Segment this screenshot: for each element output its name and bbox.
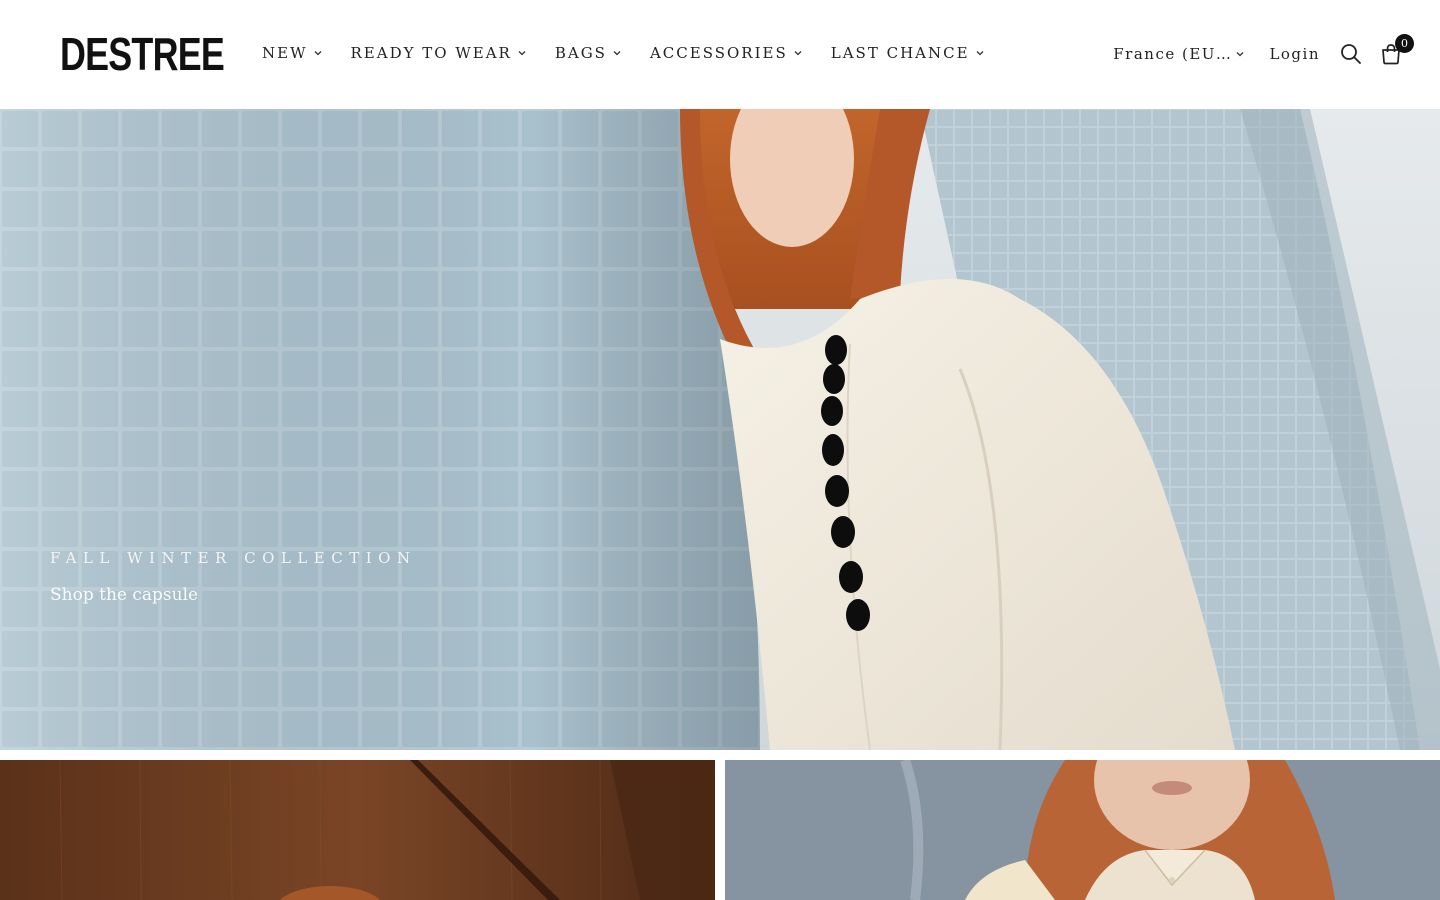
- nav-item-label: NEW: [262, 44, 308, 62]
- search-icon[interactable]: [1340, 43, 1362, 65]
- cart-count-badge: 0: [1395, 34, 1414, 53]
- chevron-down-icon: [313, 48, 323, 58]
- chevron-down-icon: [793, 48, 803, 58]
- hero-banner[interactable]: FALL WINTER COLLECTION Shop the capsule: [0, 109, 1440, 750]
- tile-image-right: [725, 760, 1440, 900]
- site-header: DESTREE NEW READY TO WEAR BAGS ACCESSORI…: [0, 0, 1440, 109]
- chevron-down-icon: [612, 48, 622, 58]
- brand-logo[interactable]: DESTREE: [60, 30, 225, 78]
- nav-item-bags[interactable]: BAGS: [555, 44, 622, 62]
- shop-capsule-link[interactable]: Shop the capsule: [50, 585, 198, 605]
- nav-item-label: ACCESSORIES: [649, 44, 788, 62]
- category-tile-left[interactable]: [0, 760, 715, 900]
- hero-eyebrow: FALL WINTER COLLECTION: [50, 549, 417, 567]
- nav-item-label: LAST CHANCE: [830, 44, 970, 62]
- tile-image-left: [0, 760, 715, 900]
- main-nav: NEW READY TO WEAR BAGS ACCESSORIES LAST …: [262, 42, 1013, 64]
- hero-image: [0, 109, 1440, 750]
- category-tile-right[interactable]: [725, 760, 1440, 900]
- chevron-down-icon: [975, 48, 985, 58]
- nav-item-accessories[interactable]: ACCESSORIES: [650, 44, 803, 62]
- header-utilities: France (EU… Login 0: [1113, 34, 1414, 70]
- login-link[interactable]: Login: [1269, 45, 1320, 63]
- nav-item-new[interactable]: NEW: [262, 44, 323, 62]
- nav-item-last-chance[interactable]: LAST CHANCE: [831, 44, 985, 62]
- nav-item-label: READY TO WEAR: [350, 44, 512, 62]
- country-label: France (EU…: [1113, 45, 1233, 63]
- nav-item-ready-to-wear[interactable]: READY TO WEAR: [351, 44, 527, 62]
- nav-item-label: BAGS: [554, 44, 607, 62]
- chevron-down-icon: [517, 48, 527, 58]
- country-selector[interactable]: France (EU…: [1113, 45, 1245, 63]
- chevron-down-icon: [1235, 49, 1245, 59]
- cart-button[interactable]: 0: [1380, 34, 1414, 65]
